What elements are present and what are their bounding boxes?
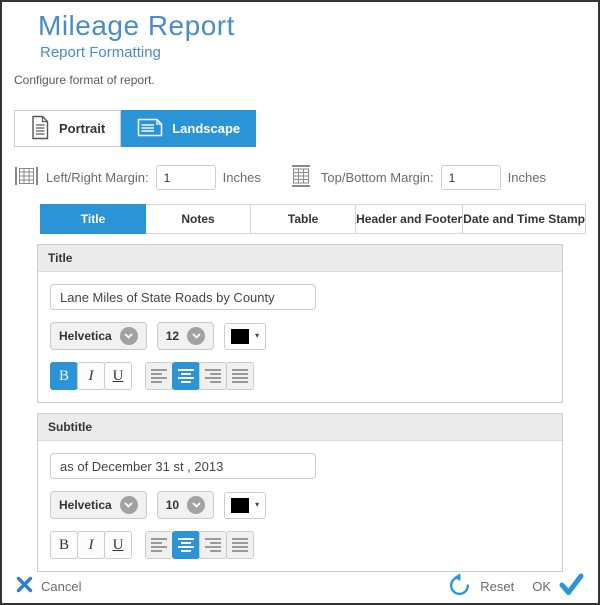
subtitle-align-group xyxy=(145,531,254,559)
subtitle-align-center-button[interactable] xyxy=(172,531,200,559)
align-justify-icon xyxy=(232,369,248,383)
subtitle-font-family-dropdown[interactable]: Helvetica xyxy=(50,491,147,519)
title-italic-button[interactable]: I xyxy=(77,362,105,390)
reset-icon xyxy=(447,572,472,600)
ok-check-icon xyxy=(559,573,584,599)
title-style-group: B I U xyxy=(50,362,132,390)
tab-title[interactable]: Title xyxy=(40,204,146,234)
cancel-label: Cancel xyxy=(41,579,81,594)
chevron-down-icon xyxy=(120,496,138,514)
title-panel-heading: Title xyxy=(38,245,562,272)
chevron-down-icon xyxy=(187,496,205,514)
title-font-size-value: 12 xyxy=(166,329,179,343)
page-subtitle: Report Formatting xyxy=(40,44,598,61)
portrait-page-icon xyxy=(30,115,50,143)
subtitle-italic-button[interactable]: I xyxy=(77,531,105,559)
subtitle-align-left-button[interactable] xyxy=(145,531,173,559)
landscape-label: Landscape xyxy=(172,121,240,136)
left-right-margin-unit: Inches xyxy=(223,170,261,185)
tab-notes[interactable]: Notes xyxy=(145,204,251,234)
subtitle-font-size-value: 10 xyxy=(166,498,179,512)
cancel-x-icon xyxy=(16,576,33,596)
ok-button[interactable]: OK xyxy=(524,573,584,599)
subtitle-panel-heading: Subtitle xyxy=(38,414,562,441)
title-align-left-button[interactable] xyxy=(145,362,173,390)
title-font-family-dropdown[interactable]: Helvetica xyxy=(50,322,147,350)
report-formatting-dialog: Mileage Report Report Formatting Configu… xyxy=(0,0,600,605)
title-align-group xyxy=(145,362,254,390)
orientation-toggle: Portrait Landscape xyxy=(14,110,598,147)
subtitle-align-right-button[interactable] xyxy=(199,531,227,559)
color-caret-icon: ▾ xyxy=(255,501,259,509)
top-bottom-margin-group: Top/Bottom Margin: Inches xyxy=(289,164,546,191)
align-left-icon xyxy=(151,538,167,552)
subtitle-underline-button[interactable]: U xyxy=(104,531,132,559)
left-right-margin-input[interactable] xyxy=(156,165,216,190)
subtitle-font-size-dropdown[interactable]: 10 xyxy=(157,491,214,519)
title-font-family-value: Helvetica xyxy=(59,329,112,343)
dialog-footer: Cancel Reset OK xyxy=(2,572,598,605)
align-center-icon xyxy=(178,538,194,552)
landscape-page-icon xyxy=(137,117,163,141)
subtitle-font-family-value: Helvetica xyxy=(59,498,112,512)
tab-table[interactable]: Table xyxy=(250,204,356,234)
color-caret-icon: ▾ xyxy=(255,332,259,340)
subtitle-text-input[interactable] xyxy=(50,453,316,479)
subtitle-font-color-picker[interactable]: ▾ xyxy=(224,492,266,519)
left-right-margin-label: Left/Right Margin: xyxy=(46,170,149,185)
title-panel: Title Helvetica 12 ▾ B xyxy=(37,244,563,403)
title-text-input[interactable] xyxy=(50,284,316,310)
reset-button[interactable]: Reset xyxy=(447,572,514,600)
left-right-margin-group: Left/Right Margin: Inches xyxy=(14,164,261,191)
portrait-label: Portrait xyxy=(59,121,105,136)
chevron-down-icon xyxy=(187,327,205,345)
margin-settings: Left/Right Margin: Inches Top/Bottom Mar… xyxy=(14,164,598,191)
color-swatch xyxy=(231,329,249,344)
top-bottom-margin-input[interactable] xyxy=(441,165,501,190)
landscape-button[interactable]: Landscape xyxy=(121,110,256,147)
subtitle-bold-button[interactable]: B xyxy=(50,531,78,559)
title-bold-button[interactable]: B xyxy=(50,362,78,390)
page-description: Configure format of report. xyxy=(14,73,598,87)
align-left-icon xyxy=(151,369,167,383)
subtitle-style-group: B I U xyxy=(50,531,132,559)
top-bottom-margin-unit: Inches xyxy=(508,170,546,185)
top-bottom-margin-label: Top/Bottom Margin: xyxy=(321,170,434,185)
ok-label: OK xyxy=(532,579,551,594)
lr-margin-grid-icon xyxy=(14,164,39,191)
subtitle-panel: Subtitle Helvetica 10 ▾ B xyxy=(37,413,563,572)
title-align-justify-button[interactable] xyxy=(226,362,254,390)
tab-date-and-time-stamp[interactable]: Date and Time Stamp xyxy=(462,204,586,234)
title-font-size-dropdown[interactable]: 12 xyxy=(157,322,214,350)
reset-label: Reset xyxy=(480,579,514,594)
title-font-color-picker[interactable]: ▾ xyxy=(224,323,266,350)
color-swatch xyxy=(231,498,249,513)
title-align-right-button[interactable] xyxy=(199,362,227,390)
chevron-down-icon xyxy=(120,327,138,345)
align-right-icon xyxy=(205,369,221,383)
title-underline-button[interactable]: U xyxy=(104,362,132,390)
align-justify-icon xyxy=(232,538,248,552)
tab-header-and-footer[interactable]: Header and Footer xyxy=(355,204,463,234)
cancel-button[interactable]: Cancel xyxy=(16,576,81,596)
align-right-icon xyxy=(205,538,221,552)
format-tabbar: Title Notes Table Header and Footer Date… xyxy=(40,204,586,234)
title-align-center-button[interactable] xyxy=(172,362,200,390)
align-center-icon xyxy=(178,369,194,383)
page-title: Mileage Report xyxy=(38,10,598,42)
subtitle-align-justify-button[interactable] xyxy=(226,531,254,559)
portrait-button[interactable]: Portrait xyxy=(14,110,121,147)
tb-margin-grid-icon xyxy=(289,164,314,191)
